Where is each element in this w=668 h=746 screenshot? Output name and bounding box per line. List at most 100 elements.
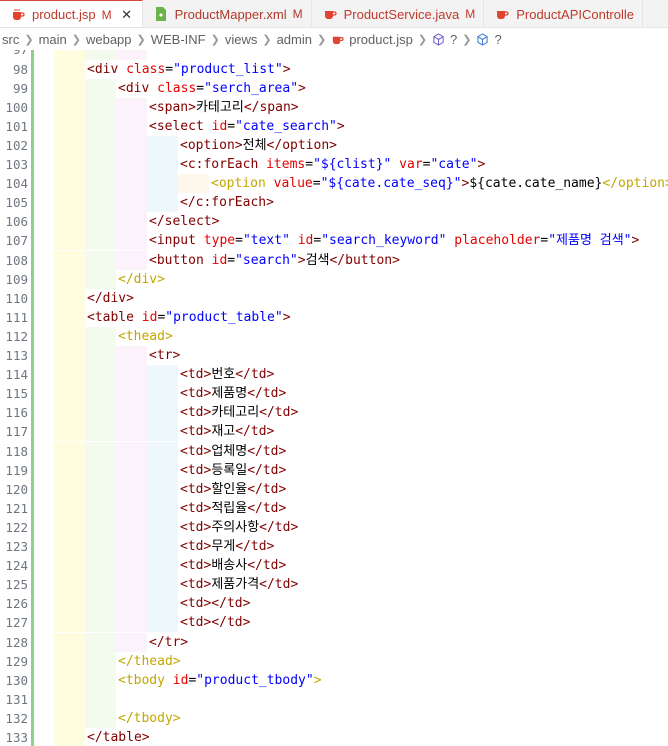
indent-highlight <box>147 537 178 557</box>
indent-highlight <box>147 556 178 576</box>
code-line[interactable]: 111 <table id="product_table"> <box>0 307 668 327</box>
line-number: 131 <box>5 691 28 707</box>
code-line[interactable]: 131 <box>0 689 668 709</box>
code-token: type <box>203 233 236 249</box>
indent-highlight <box>116 174 147 194</box>
tab-label: ProductMapper.xml <box>174 6 287 22</box>
code-token: 등록일 <box>211 462 248 478</box>
indent-highlight <box>54 365 85 385</box>
code-line[interactable]: 119 <td>등록일</td> <box>0 460 668 480</box>
tab-product-jsp[interactable]: product.jsp M ✕ <box>0 0 143 27</box>
code-line[interactable]: 97 <box>0 50 668 60</box>
code-line[interactable]: 133 </table> <box>0 728 668 746</box>
code-token: <table <box>87 309 142 325</box>
code-line[interactable]: 98 <div class="product_list"> <box>0 59 668 79</box>
code-line[interactable]: 121 <td>적립율</td> <box>0 498 668 518</box>
code-line[interactable]: 124 <td>배송사</td> <box>0 556 668 576</box>
code-text: </div> <box>87 289 134 308</box>
line-number: 117 <box>5 424 28 440</box>
breadcrumb-webapp[interactable]: webapp <box>86 32 132 47</box>
breadcrumb-web-inf[interactable]: WEB-INF <box>151 32 206 47</box>
breadcrumb-admin[interactable]: admin <box>277 32 312 47</box>
indent-highlight <box>116 193 147 213</box>
code-line[interactable]: 127 <td></td> <box>0 613 668 633</box>
code-editor[interactable]: 9798<div class="product_list">99<div cla… <box>0 50 668 746</box>
code-token: <span> <box>149 99 196 115</box>
code-line[interactable]: 107 <input type="text" id="search_keyword… <box>0 231 668 251</box>
breadcrumb-file[interactable]: product.jsp <box>331 32 413 47</box>
code-line[interactable]: 108 <button id="search">검색</button> <box>0 250 668 270</box>
tab-productapicontroller-java[interactable]: ProductAPIControlle <box>484 0 643 27</box>
code-line[interactable]: 118 <td>업체명</td> <box>0 441 668 461</box>
code-token: </td> <box>259 405 299 421</box>
code-text: <td>재고</td> <box>180 422 274 441</box>
code-line[interactable]: 104 <option value="${cate.cate_seq}">${ca… <box>0 174 668 194</box>
tab-productservice-java[interactable]: ProductService.java M <box>312 0 485 27</box>
code-line[interactable]: 115 <td>제품명</td> <box>0 384 668 404</box>
code-line[interactable]: 120 <td>할인율</td> <box>0 479 668 499</box>
indent-highlight <box>116 135 147 155</box>
indent-highlight <box>85 384 116 404</box>
breadcrumb-views[interactable]: views <box>225 32 258 47</box>
code-token: > <box>282 309 291 325</box>
chevron-right-icon: ❯ <box>24 33 34 46</box>
indent-highlight <box>147 594 178 614</box>
code-token: </td> <box>235 424 275 440</box>
code-line[interactable]: 99 <div class="serch_area"> <box>0 78 668 98</box>
code-token: </td> <box>235 367 275 383</box>
code-line[interactable]: 106 </select> <box>0 212 668 232</box>
code-line[interactable]: 102 <option>전체</option> <box>0 135 668 155</box>
indent-highlight <box>116 575 147 595</box>
indent-highlight <box>85 97 116 117</box>
indent-highlight <box>85 365 116 385</box>
code-token: <td> <box>180 405 212 421</box>
indent-highlight <box>85 517 116 537</box>
code-line[interactable]: 114 <td>번호</td> <box>0 365 668 385</box>
indent-highlight <box>54 155 85 175</box>
code-line[interactable]: 113 <tr> <box>0 346 668 366</box>
code-text: </select> <box>149 212 219 231</box>
code-token: <option> <box>180 137 243 153</box>
breadcrumb-src[interactable]: src <box>2 32 19 47</box>
code-line[interactable]: 100 <span>카테고리</span> <box>0 97 668 117</box>
tab-label: ProductAPIControlle <box>516 6 634 22</box>
code-text: <option value="${cate.cate_seq}">${cate.… <box>211 174 668 193</box>
tab-productmapper-xml[interactable]: ProductMapper.xml M <box>143 0 312 27</box>
code-line[interactable]: 123 <td>무게</td> <box>0 537 668 557</box>
code-line[interactable]: 112 <thead> <box>0 326 668 346</box>
indent-highlight <box>85 613 116 633</box>
code-line[interactable]: 105 </c:forEach> <box>0 193 668 213</box>
code-token: > <box>297 252 306 268</box>
code-text: <td></td> <box>180 613 250 632</box>
line-number: 128 <box>5 634 28 650</box>
code-line[interactable]: 110 </div> <box>0 288 668 308</box>
indent-highlight <box>116 384 147 404</box>
code-line[interactable]: 128 </tr> <box>0 632 668 652</box>
code-token: </option> <box>266 137 337 153</box>
indent-highlight <box>147 403 178 423</box>
code-line[interactable]: 129 </thead> <box>0 651 668 671</box>
indent-highlight <box>85 575 116 595</box>
indent-highlight <box>116 613 147 633</box>
code-line[interactable]: 130 <tbody id="product_tbody"> <box>0 670 668 690</box>
code-line[interactable]: 125 <td>제품가격</td> <box>0 575 668 595</box>
code-line[interactable]: 122 <td>주의사항</td> <box>0 517 668 537</box>
code-token: cate.cate_seq <box>344 176 446 192</box>
code-line[interactable]: 126 <td></td> <box>0 594 668 614</box>
code-line[interactable]: 132 </tbody> <box>0 708 668 728</box>
code-token: "serch_area" <box>204 80 299 96</box>
code-line[interactable]: 117 <td>재고</td> <box>0 422 668 442</box>
indent-highlight <box>54 689 85 709</box>
breadcrumb-symbol-1[interactable]: ? <box>432 32 457 47</box>
close-icon[interactable]: ✕ <box>120 7 134 23</box>
code-line[interactable]: 103 <c:forEach items="${clist}" var="cate… <box>0 155 668 175</box>
code-line[interactable]: 109 </div> <box>0 269 668 289</box>
code-line[interactable]: 101 <select id="cate_search"> <box>0 116 668 136</box>
indent-highlight <box>147 613 178 633</box>
breadcrumb-symbol-2[interactable]: ? <box>476 32 502 47</box>
breadcrumb-main[interactable]: main <box>39 32 67 47</box>
code-line[interactable]: 116 <td>카테고리</td> <box>0 403 668 423</box>
code-text: <td>제품명</td> <box>180 384 286 403</box>
code-token: <td></td> <box>180 596 251 612</box>
code-token: <td></td> <box>180 615 251 631</box>
